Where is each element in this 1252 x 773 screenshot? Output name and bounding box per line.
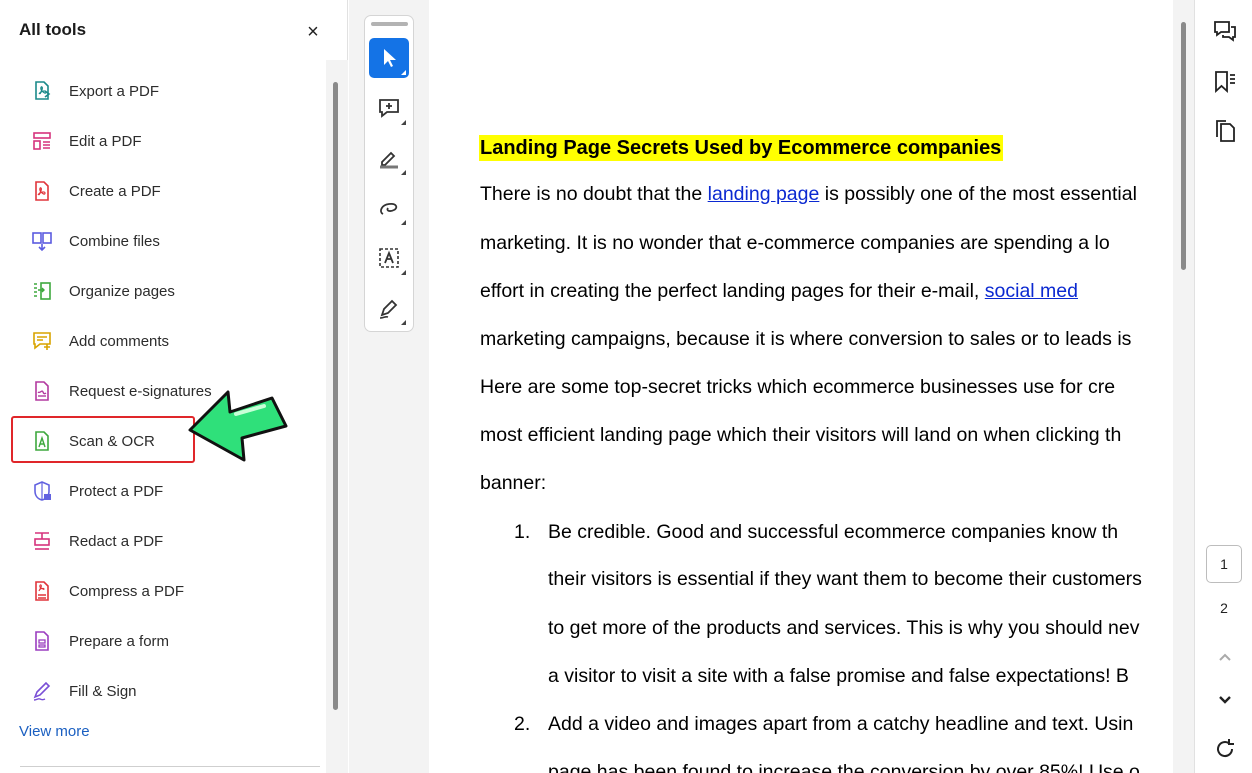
fill-sign-icon: [31, 680, 53, 702]
tool-protect-pdf[interactable]: Protect a PDF: [0, 466, 326, 516]
redact-pdf-icon: [31, 530, 53, 552]
edit-pdf-icon: [31, 130, 53, 152]
paragraph-line: There is no doubt that the landing page …: [480, 183, 1137, 205]
paragraph-line: Here are some top-secret tricks which ec…: [480, 376, 1116, 398]
pointer-arrow-icon: [188, 390, 288, 462]
all-tools-panel: All tools × Export a PDF Edit a PDF Crea…: [0, 0, 348, 773]
tool-label: Add comments: [69, 332, 170, 350]
page-thumbnails-icon: [1212, 118, 1238, 144]
social-media-link[interactable]: social med: [985, 280, 1078, 302]
page-up-icon: [1212, 644, 1238, 670]
page-thumbnails-button[interactable]: [1211, 117, 1239, 145]
draw-freehand-icon: [377, 196, 401, 220]
sign-pen-icon: [377, 296, 401, 320]
scan-ocr-highlight-box: [11, 416, 195, 463]
paragraph-line: most efficient landing page which their …: [480, 424, 1122, 446]
highlight-tool-button[interactable]: [369, 138, 409, 178]
page-down-button[interactable]: [1211, 686, 1239, 714]
landing-page-link[interactable]: landing page: [708, 183, 820, 205]
organize-pages-icon: [31, 280, 53, 302]
list-line: Be credible. Good and successful ecommer…: [548, 521, 1119, 543]
tool-create-pdf[interactable]: Create a PDF: [0, 166, 326, 216]
tool-add-comments[interactable]: Add comments: [0, 316, 326, 366]
add-comment-icon: [377, 96, 401, 120]
comments-button[interactable]: [1211, 18, 1239, 46]
right-rail: 1 2: [1194, 0, 1252, 773]
export-pdf-icon: [31, 80, 53, 102]
paragraph-line: banner:: [480, 472, 547, 494]
document-heading: Landing Page Secrets Used by Ecommerce c…: [479, 135, 1004, 161]
draw-tool-button[interactable]: [369, 188, 409, 228]
tool-label: Prepare a form: [69, 632, 170, 650]
tool-combine-files[interactable]: Combine files: [0, 216, 326, 266]
text-recognize-icon: [377, 246, 401, 270]
bookmarks-icon: [1212, 69, 1238, 95]
comments-icon: [1212, 19, 1238, 45]
list-line: page has been found to increase the conv…: [548, 761, 1140, 773]
tool-fill-sign[interactable]: Fill & Sign: [0, 666, 326, 716]
quick-tools-toolbar: [364, 15, 414, 332]
add-comment-button[interactable]: [369, 88, 409, 128]
list-line: their visitors is essential if they want…: [548, 568, 1142, 590]
list-number: 2.: [514, 713, 531, 735]
next-page-number[interactable]: 2: [1206, 600, 1242, 616]
tool-label: Protect a PDF: [69, 482, 164, 500]
tool-redact-pdf[interactable]: Redact a PDF: [0, 516, 326, 566]
tool-label: Redact a PDF: [69, 532, 164, 550]
panel-scrollbar-thumb[interactable]: [333, 82, 338, 710]
select-tool-button[interactable]: [369, 38, 409, 78]
list-line: Add a video and images apart from a catc…: [548, 713, 1134, 735]
highlight-pen-icon: [377, 146, 401, 170]
refresh-button[interactable]: [1211, 735, 1239, 763]
request-esignatures-icon: [31, 380, 53, 402]
tool-label: Edit a PDF: [69, 132, 142, 150]
tool-label: Create a PDF: [69, 182, 161, 200]
tool-label: Fill & Sign: [69, 682, 137, 700]
panel-divider: [20, 766, 320, 767]
tool-label: Combine files: [69, 232, 160, 250]
panel-title: All tools: [19, 20, 87, 39]
paragraph-line: marketing campaigns, because it is where…: [480, 328, 1132, 350]
page-down-icon: [1212, 687, 1238, 713]
tool-organize-pages[interactable]: Organize pages: [0, 266, 326, 316]
create-pdf-icon: [31, 180, 53, 202]
list-line: a visitor to visit a site with a false p…: [548, 665, 1129, 687]
refresh-icon: [1212, 736, 1238, 762]
select-pointer-icon: [377, 46, 401, 70]
compress-pdf-icon: [31, 580, 53, 602]
list-number: 1.: [514, 521, 531, 543]
tool-label: Compress a PDF: [69, 582, 185, 600]
page-up-button[interactable]: [1211, 643, 1239, 671]
toolbar-drag-handle[interactable]: [371, 22, 408, 26]
list-line: to get more of the products and services…: [548, 617, 1140, 639]
close-icon[interactable]: ×: [303, 22, 323, 42]
protect-pdf-icon: [31, 480, 53, 502]
combine-files-icon: [31, 230, 53, 252]
paragraph-line: marketing. It is no wonder that e-commer…: [480, 232, 1110, 254]
document-page[interactable]: Landing Page Secrets Used by Ecommerce c…: [429, 0, 1173, 773]
tool-edit-pdf[interactable]: Edit a PDF: [0, 116, 326, 166]
text-tool-button[interactable]: [369, 238, 409, 278]
bookmarks-button[interactable]: [1211, 68, 1239, 96]
sign-tool-button[interactable]: [369, 288, 409, 328]
tool-label: Export a PDF: [69, 82, 160, 100]
add-comments-icon: [31, 330, 53, 352]
view-more-link[interactable]: View more: [19, 723, 90, 740]
tool-export-pdf[interactable]: Export a PDF: [0, 66, 326, 116]
current-page-number[interactable]: 1: [1206, 545, 1242, 583]
prepare-form-icon: [31, 630, 53, 652]
paragraph-line: effort in creating the perfect landing p…: [480, 280, 1078, 302]
tool-prepare-form[interactable]: Prepare a form: [0, 616, 326, 666]
tool-compress-pdf[interactable]: Compress a PDF: [0, 566, 326, 616]
tool-label: Organize pages: [69, 282, 175, 300]
document-scrollbar-thumb[interactable]: [1181, 22, 1186, 270]
